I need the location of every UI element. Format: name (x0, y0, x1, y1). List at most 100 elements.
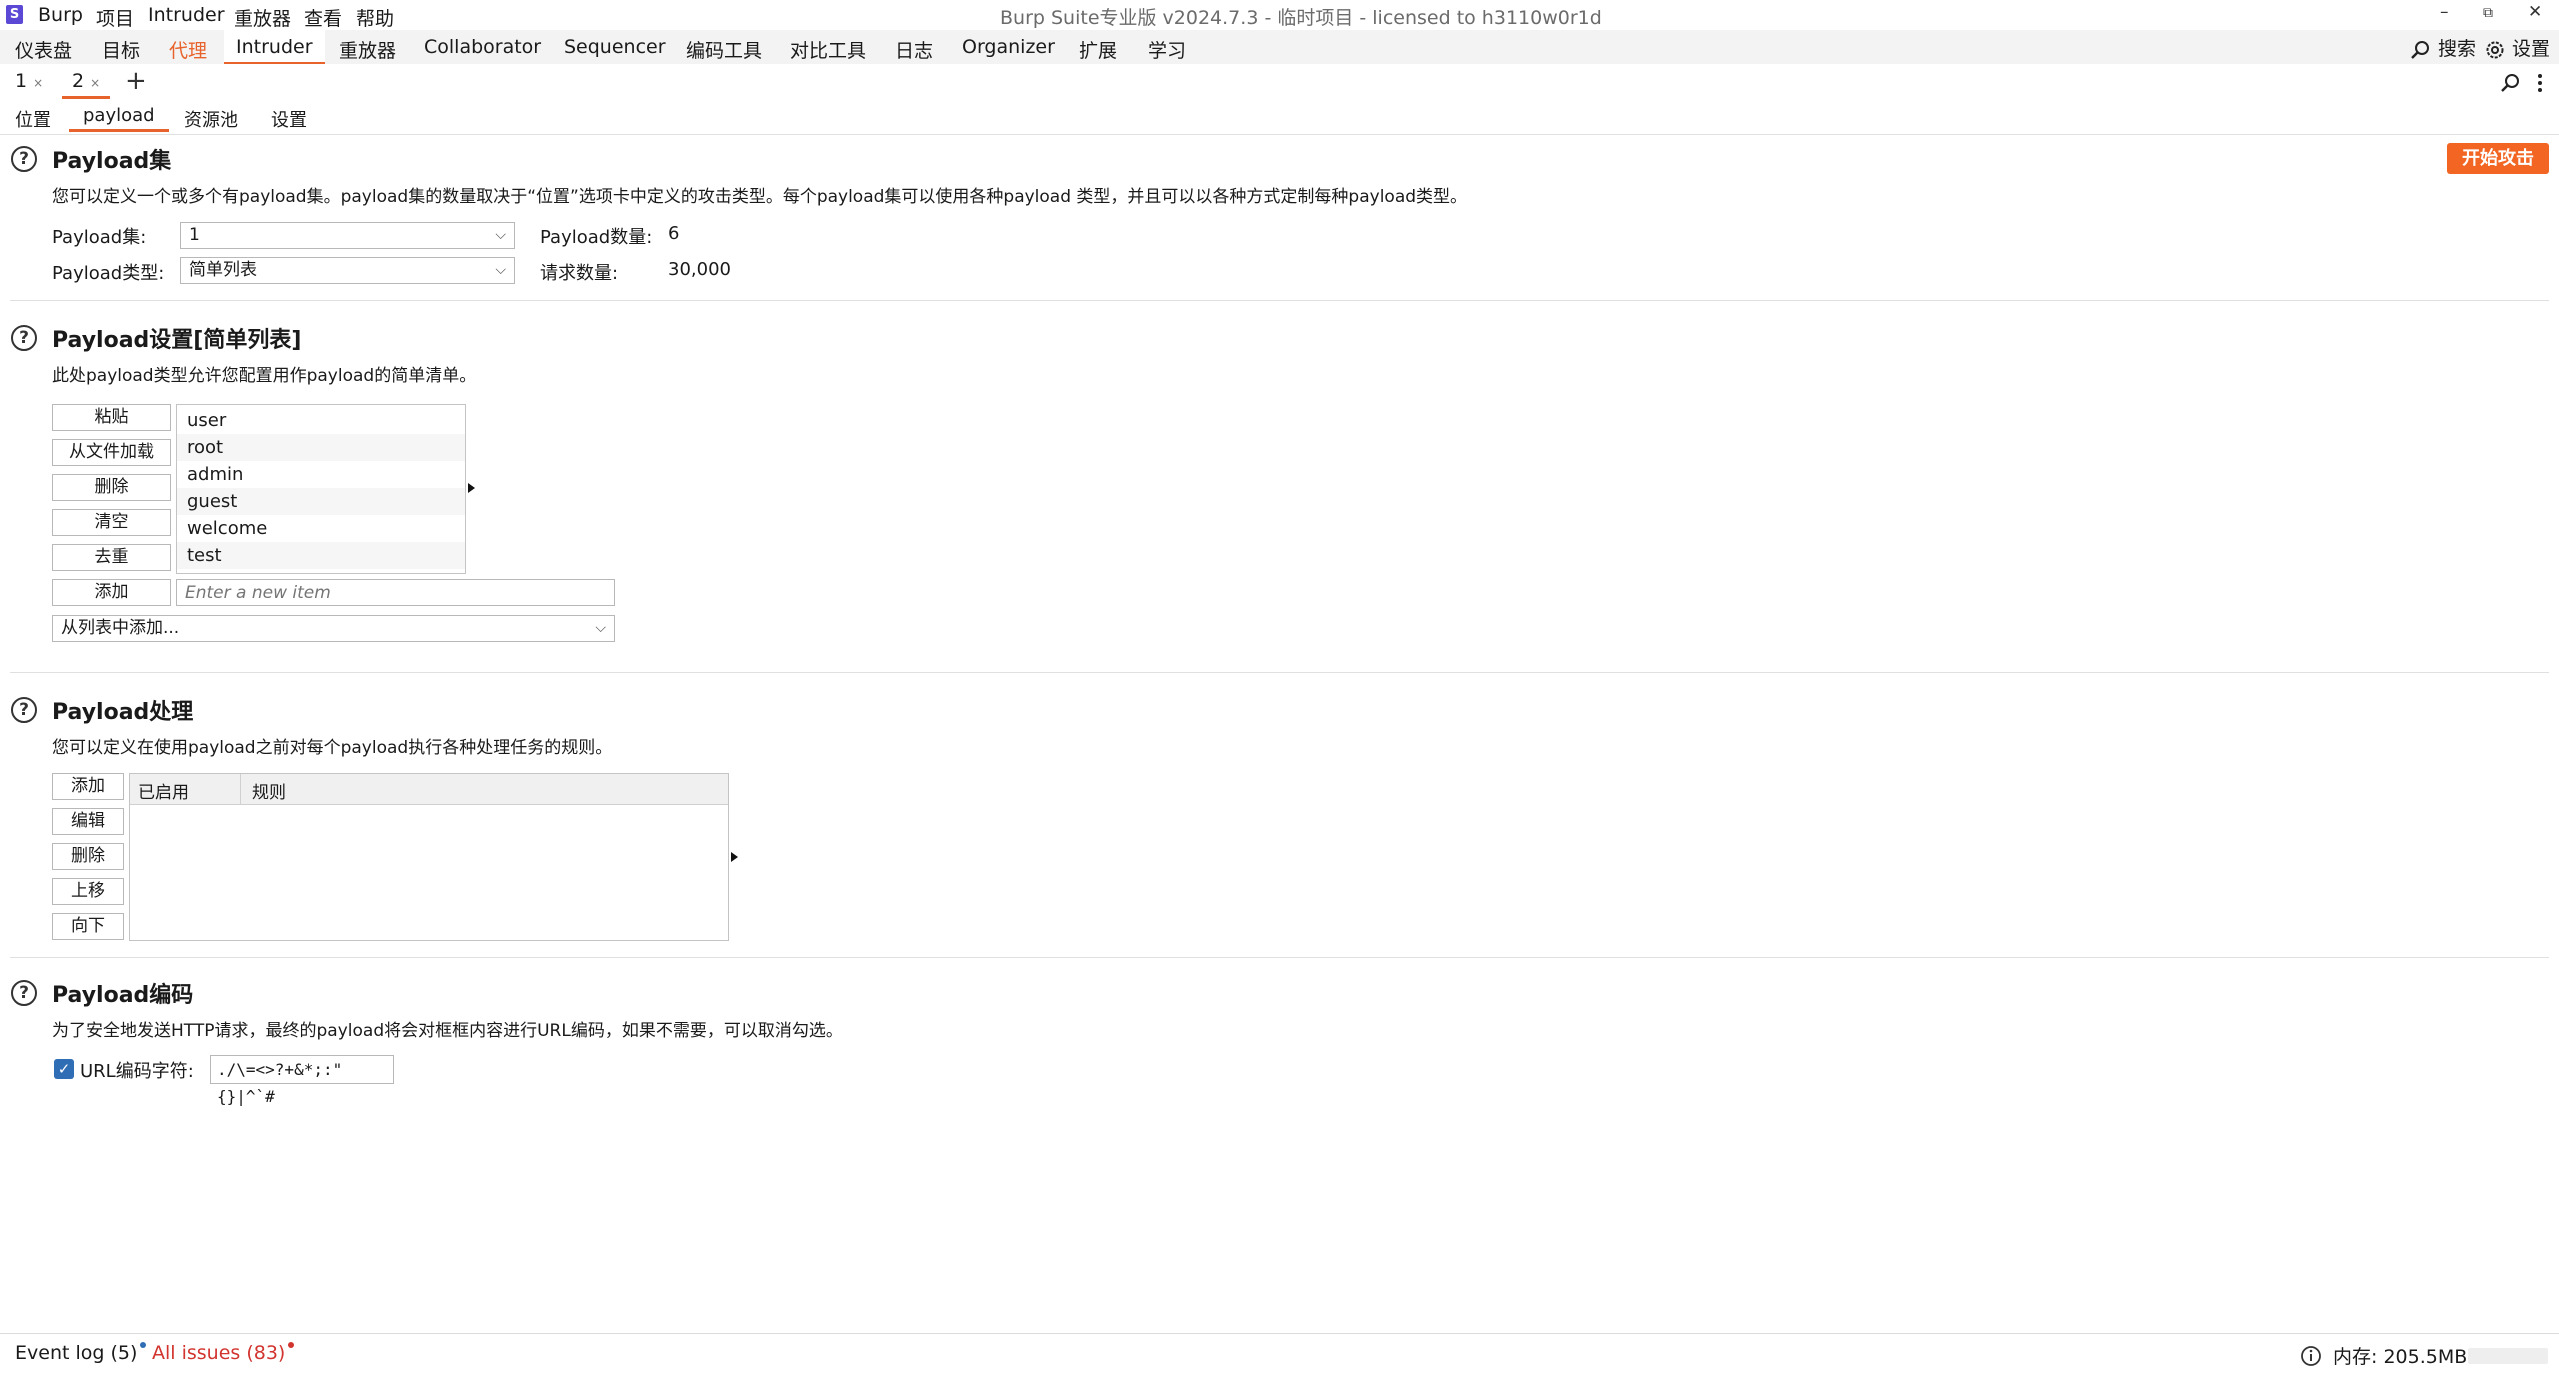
minimize-button[interactable]: – (2440, 2, 2449, 22)
tab-sequencer[interactable]: Sequencer (564, 36, 666, 58)
event-log-label: Event log (5) (15, 1342, 138, 1364)
tab-dashboard[interactable]: 仪表盘 (15, 36, 72, 63)
tool-tabs: 仪表盘 目标 代理 Intruder 重放器 Collaborator Sequ… (0, 30, 2559, 65)
start-attack-button[interactable]: 开始攻击 (2447, 143, 2549, 174)
all-issues-label: All issues (83) (152, 1342, 286, 1364)
close-icon[interactable]: × (33, 76, 43, 90)
column-divider (240, 774, 241, 804)
menu-burp[interactable]: Burp (38, 4, 83, 26)
url-encode-checkbox[interactable]: ✓ (54, 1059, 74, 1079)
event-log-link[interactable]: Event log (5) (15, 1342, 147, 1364)
attack-tabs: 1 × 2 × + (0, 64, 2559, 103)
global-settings[interactable]: 设置 (2484, 34, 2550, 61)
payload-list[interactable]: user root admin guest welcome test (176, 404, 466, 574)
menu-help[interactable]: 帮助 (356, 4, 394, 31)
tab-learn[interactable]: 学习 (1148, 36, 1186, 63)
tab-positions[interactable]: 位置 (15, 106, 51, 132)
more-options-icon[interactable] (2536, 72, 2544, 94)
move-down-button[interactable]: 向下 (52, 913, 124, 940)
help-icon[interactable]: ? (11, 980, 37, 1006)
column-header-enabled[interactable]: 已启用 (138, 778, 189, 803)
load-button[interactable]: 从文件加载 (52, 439, 171, 466)
expand-arrow-icon[interactable] (468, 483, 475, 493)
remove-rule-button[interactable]: 删除 (52, 843, 124, 870)
menu-repeater[interactable]: 重放器 (234, 4, 291, 31)
search-icon[interactable] (2500, 72, 2522, 94)
add-from-list-select[interactable]: 从列表中添加... ⌵ (52, 615, 615, 642)
tab-comparer[interactable]: 对比工具 (790, 36, 866, 63)
memory-usage: 内存: 205.5MB (2333, 1346, 2468, 1368)
close-button[interactable]: ✕ (2528, 2, 2542, 22)
add-rule-button[interactable]: 添加 (52, 773, 124, 800)
section-divider (10, 957, 2549, 958)
edit-rule-button[interactable]: 编辑 (52, 808, 124, 835)
tab-proxy[interactable]: 代理 (169, 36, 207, 63)
attack-tab-label: 1 (15, 70, 28, 92)
add-from-list-value: 从列表中添加... (61, 618, 180, 638)
intruder-inner-tabs: 位置 payload 资源池 设置 (0, 102, 2559, 135)
url-encode-chars-field[interactable]: ./\=<>?+&*;:"{}|^`# (210, 1055, 394, 1106)
tab-organizer[interactable]: Organizer (962, 36, 1055, 58)
list-item[interactable]: user (177, 407, 465, 434)
all-issues-link[interactable]: All issues (83) (152, 1342, 295, 1364)
tab-settings[interactable]: 设置 (271, 106, 307, 132)
new-item-input[interactable] (176, 579, 615, 606)
section-title-payload-sets: Payload集 (52, 149, 172, 174)
list-item[interactable]: root (177, 434, 465, 461)
processing-rules-table[interactable]: 已启用 规则 (129, 773, 729, 941)
attack-tab-label: 2 (72, 70, 85, 92)
list-item[interactable]: welcome (177, 515, 465, 542)
restore-button[interactable]: ⧉ (2483, 5, 2493, 21)
chevron-down-icon: ⌵ (595, 620, 606, 636)
payload-type-label: Payload类型: (52, 263, 165, 284)
list-item[interactable]: test (177, 542, 465, 569)
help-icon[interactable]: ? (11, 325, 37, 351)
section-description: 您可以定义在使用payload之前对每个payload执行各种处理任务的规则。 (52, 738, 613, 758)
tab-intruder[interactable]: Intruder (224, 30, 325, 65)
attack-tab-2[interactable]: 2 × (62, 66, 111, 99)
tab-extensions[interactable]: 扩展 (1079, 36, 1117, 63)
status-bar: Event log (5) All issues (83) 内存: 205.5M… (0, 1333, 2559, 1379)
clear-button[interactable]: 清空 (52, 509, 171, 536)
title-bar: S Burp 项目 Intruder 重放器 查看 帮助 Burp Suite专… (0, 0, 2559, 30)
tab-target[interactable]: 目标 (102, 36, 140, 63)
list-item[interactable]: guest (177, 488, 465, 515)
search-label: 搜索 (2438, 38, 2477, 60)
tab-logger[interactable]: 日志 (895, 36, 933, 63)
menu-view[interactable]: 查看 (304, 4, 342, 31)
remove-button[interactable]: 删除 (52, 474, 171, 501)
section-description: 您可以定义一个或多个有payload集。payload集的数量取决于“位置”选项… (52, 187, 1468, 207)
memory-bar (2468, 1348, 2548, 1364)
gear-icon (2486, 41, 2504, 58)
attack-tab-1[interactable]: 1 × (15, 70, 43, 92)
tab-decoder[interactable]: 编码工具 (686, 36, 762, 63)
payload-set-select[interactable]: 1 ⌵ (180, 222, 515, 249)
add-item-button[interactable]: 添加 (52, 579, 171, 606)
section-title-payload-settings: Payload设置[简单列表] (52, 328, 302, 353)
help-icon[interactable]: ? (11, 146, 37, 172)
tab-repeater[interactable]: 重放器 (339, 36, 396, 63)
deduplicate-button[interactable]: 去重 (52, 544, 171, 571)
url-encode-label: URL编码字符: (80, 1061, 194, 1082)
close-icon[interactable]: × (90, 76, 100, 90)
section-divider (10, 672, 2549, 673)
payload-set-label: Payload集: (52, 227, 147, 248)
global-search[interactable]: 搜索 (2410, 34, 2476, 61)
tab-payloads[interactable]: payload (69, 102, 169, 132)
section-title-payload-processing: Payload处理 (52, 700, 194, 725)
section-description: 此处payload类型允许您配置用作payload的简单清单。 (52, 366, 477, 386)
payload-type-select[interactable]: 简单列表 ⌵ (180, 257, 515, 284)
menu-intruder[interactable]: Intruder (148, 4, 225, 26)
tab-resource-pool[interactable]: 资源池 (184, 106, 238, 132)
paste-button[interactable]: 粘贴 (52, 404, 171, 431)
list-item[interactable]: admin (177, 461, 465, 488)
add-tab-button[interactable]: + (125, 66, 147, 96)
move-up-button[interactable]: 上移 (52, 878, 124, 905)
chevron-down-icon: ⌵ (495, 262, 506, 278)
column-header-rule[interactable]: 规则 (252, 778, 286, 803)
tab-collaborator[interactable]: Collaborator (424, 36, 541, 58)
help-icon[interactable]: ? (11, 697, 37, 723)
menu-project[interactable]: 项目 (96, 4, 134, 31)
notification-dot-icon (140, 1342, 147, 1348)
expand-arrow-icon[interactable] (731, 852, 738, 862)
